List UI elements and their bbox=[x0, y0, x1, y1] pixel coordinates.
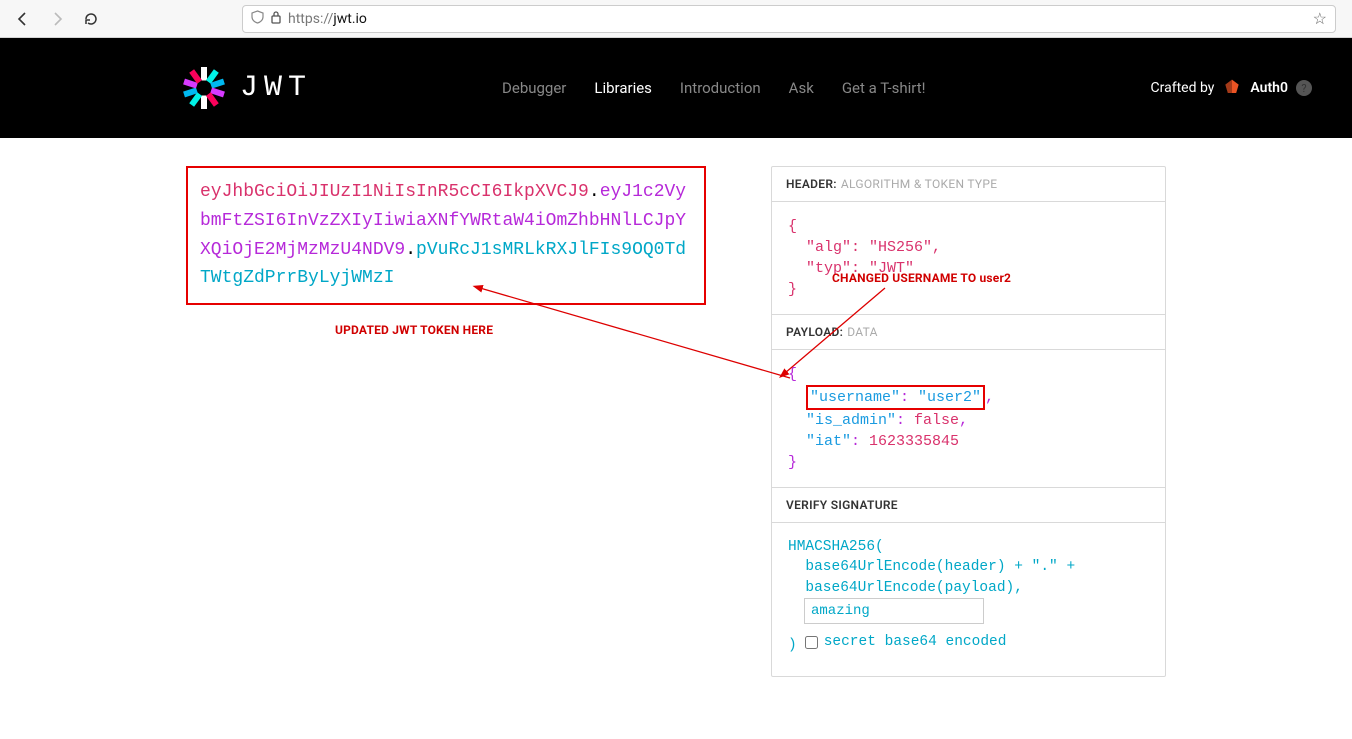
nav-introduction[interactable]: Introduction bbox=[680, 79, 761, 97]
header-section-body[interactable]: { "alg": "HS256", "typ": "JWT" } bbox=[772, 202, 1165, 315]
secret-base64-checkbox[interactable] bbox=[805, 636, 818, 649]
main-nav: Debugger Libraries Introduction Ask Get … bbox=[502, 79, 925, 97]
verify-section-title: VERIFY SIGNATURE bbox=[772, 488, 1165, 523]
brand-text: JWT bbox=[240, 71, 312, 105]
nav-debugger[interactable]: Debugger bbox=[502, 79, 566, 97]
secret-input[interactable] bbox=[804, 598, 984, 624]
annotation-changed-username: CHANGED USERNAME TO user2 bbox=[832, 271, 1011, 285]
lock-icon bbox=[270, 10, 282, 28]
forward-button[interactable] bbox=[44, 6, 70, 32]
main-content: eyJhbGciOiJIUzI1NiIsInR5cCI6IkpXVCJ9.eyJ… bbox=[0, 138, 1352, 687]
reload-button[interactable] bbox=[78, 6, 104, 32]
nav-ask[interactable]: Ask bbox=[789, 79, 814, 97]
payload-section-body[interactable]: { "username": "user2", "is_admin": false… bbox=[772, 350, 1165, 488]
nav-tshirt[interactable]: Get a T-shirt! bbox=[842, 79, 926, 97]
payload-section-title: PAYLOAD:DATA bbox=[772, 315, 1165, 350]
url-bar[interactable]: https://jwt.io ☆ bbox=[242, 5, 1336, 33]
crafted-by[interactable]: Crafted by Auth0 ? bbox=[1151, 78, 1312, 98]
nav-libraries[interactable]: Libraries bbox=[594, 79, 652, 97]
bookmark-star-icon[interactable]: ☆ bbox=[1313, 9, 1327, 28]
token-header-part: eyJhbGciOiJIUzI1NiIsInR5cCI6IkpXVCJ9 bbox=[200, 182, 589, 202]
encoded-token-box[interactable]: eyJhbGciOiJIUzI1NiIsInR5cCI6IkpXVCJ9.eyJ… bbox=[186, 166, 706, 305]
decoded-panel: HEADER:ALGORITHM & TOKEN TYPE { "alg": "… bbox=[771, 166, 1166, 677]
encoded-panel: eyJhbGciOiJIUzI1NiIsInR5cCI6IkpXVCJ9.eyJ… bbox=[186, 166, 706, 677]
browser-chrome: https://jwt.io ☆ bbox=[0, 0, 1352, 38]
jwt-logo-icon bbox=[180, 64, 228, 112]
auth0-label: Auth0 bbox=[1250, 80, 1288, 96]
secret-base64-label[interactable]: secret base64 encoded bbox=[824, 632, 1007, 652]
brand[interactable]: JWT bbox=[180, 64, 312, 112]
url-text: https://jwt.io bbox=[288, 11, 1307, 27]
payload-username-highlight: "username": "user2" bbox=[806, 385, 985, 410]
verify-section-body: HMACSHA256( base64UrlEncode(header) + ".… bbox=[772, 523, 1165, 676]
site-header: JWT Debugger Libraries Introduction Ask … bbox=[0, 38, 1352, 138]
shield-icon bbox=[251, 10, 264, 28]
annotation-updated-token: UPDATED JWT TOKEN HERE bbox=[335, 323, 493, 337]
crafted-label: Crafted by bbox=[1151, 80, 1215, 96]
header-section-title: HEADER:ALGORITHM & TOKEN TYPE bbox=[772, 167, 1165, 202]
back-button[interactable] bbox=[10, 6, 36, 32]
auth0-logo-icon bbox=[1222, 78, 1242, 98]
info-icon[interactable]: ? bbox=[1296, 80, 1312, 96]
